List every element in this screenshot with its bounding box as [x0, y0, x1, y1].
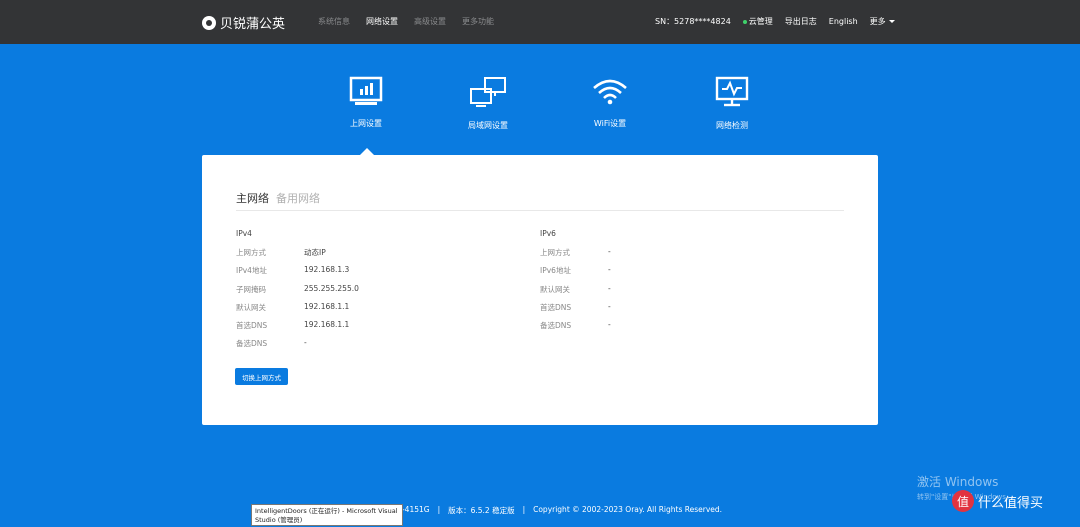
info-value: - — [608, 247, 611, 256]
tab-backup-network[interactable]: 备用网络 — [276, 190, 320, 206]
info-value: - — [608, 265, 611, 275]
footer-copyright: Copyright © 2002-2023 Oray. All Rights R… — [533, 505, 723, 514]
more-label: 更多 — [869, 17, 886, 26]
info-key: 首选DNS — [540, 302, 572, 312]
info-key: 上网方式 — [236, 248, 266, 257]
serial-number: SN：5278****4824 — [655, 17, 731, 26]
switch-connection-button[interactable]: 切换上网方式 — [235, 368, 288, 385]
taskbar-tooltip: IntelligentDoors (正在运行) - Microsoft Visu… — [251, 504, 403, 526]
info-value: 动态IP — [304, 248, 326, 257]
info-row: 子网掩码 255.255.255.0 — [236, 284, 359, 302]
info-key: IPv4地址 — [236, 266, 267, 276]
info-row: 上网方式 动态IP — [236, 247, 359, 265]
info-row: IPv4地址 192.168.1.3 — [236, 265, 359, 283]
info-row: 首选DNS 192.168.1.1 — [236, 320, 359, 338]
info-row: 备选DNS - — [236, 338, 359, 356]
info-key: 默认网关 — [236, 302, 266, 312]
info-value: 192.168.1.3 — [304, 265, 350, 275]
logo-icon — [202, 15, 216, 30]
cloud-manage-label: 云管理 — [748, 17, 773, 26]
info-key: 默认网关 — [540, 284, 570, 294]
main-nav: 系统信息 网络设置 高级设置 更多功能 — [318, 16, 494, 27]
info-value: - — [608, 283, 611, 293]
wifi-icon — [593, 79, 627, 105]
network-tabs: 主网络 备用网络 — [236, 190, 320, 206]
top-bar: 贝锐蒲公英 系统信息 网络设置 高级设置 更多功能 SN：5278****482… — [0, 0, 1080, 44]
ipv4-section: IPv4 上网方式 动态IP IPv4地址 192.168.1.3 子网掩码 255.… — [236, 229, 359, 357]
monitor-chart-icon — [349, 76, 383, 105]
network-computers-icon — [470, 77, 506, 107]
tab-divider — [236, 210, 844, 211]
monitor-pulse-icon — [715, 76, 749, 107]
activation-title: 激活 Windows — [917, 475, 999, 489]
ipv4-title: IPv4 — [236, 229, 252, 238]
info-key: 备选DNS — [540, 321, 572, 331]
watermark-text: 什么值得买 — [978, 495, 1044, 511]
feature-label: WiFi设置 — [593, 119, 627, 128]
info-row: 备选DNS - — [540, 320, 611, 338]
info-row: 首选DNS - — [540, 302, 611, 320]
info-key: 备选DNS — [236, 339, 268, 349]
ipv6-title: IPv6 — [540, 229, 556, 238]
footer-separator: | — [522, 505, 526, 514]
network-info-card: 主网络 备用网络 IPv4 上网方式 动态IP IPv4地址 192.168.1.3… — [202, 155, 878, 425]
tab-main-network[interactable]: 主网络 — [236, 190, 269, 206]
info-key: 子网掩码 — [236, 284, 266, 294]
brand-logo[interactable]: 贝锐蒲公英 — [202, 13, 285, 32]
status-dot-icon — [742, 19, 747, 24]
language-link[interactable]: English — [829, 17, 858, 26]
ipv6-section: IPv6 上网方式 - IPv6地址 - 默认网关 - 首选DNS - 备选DNS - — [540, 229, 611, 338]
footer-version: 版本：6.5.2 稳定版 — [448, 506, 515, 515]
more-menu[interactable]: 更多 — [870, 16, 895, 27]
feature-network-diagnostics[interactable]: 网络检测 — [692, 76, 772, 131]
nav-item-system-info[interactable]: 系统信息 — [318, 16, 350, 27]
header-right: SN：5278****4824 云管理 导出日志 English 更多 — [655, 16, 895, 27]
info-row: IPv6地址 - — [540, 265, 611, 283]
nav-item-advanced-settings[interactable]: 高级设置 — [414, 16, 446, 27]
cloud-manage-link[interactable]: 云管理 — [742, 16, 773, 27]
info-value: 255.255.255.0 — [304, 283, 359, 293]
nav-item-more-features[interactable]: 更多功能 — [462, 16, 494, 27]
info-row: 上网方式 - — [540, 247, 611, 265]
feature-wifi-settings[interactable]: WiFi设置 — [570, 76, 650, 129]
footer: A-4151G | 版本：6.5.2 稳定版 | Copyright © 200… — [397, 505, 722, 516]
watermark-badge-icon: 值 — [952, 490, 974, 512]
feature-label: 上网设置 — [350, 119, 382, 128]
nav-item-network-settings[interactable]: 网络设置 — [366, 16, 398, 27]
info-row: 默认网关 - — [540, 284, 611, 302]
info-key: IPv6地址 — [540, 266, 571, 276]
feature-label: 网络检测 — [716, 121, 748, 130]
feature-lan-settings[interactable]: 局域网设置 — [448, 76, 528, 131]
info-value: 192.168.1.1 — [304, 320, 350, 330]
info-value: 192.168.1.1 — [304, 301, 350, 311]
info-key: 首选DNS — [236, 321, 268, 331]
feature-label: 局域网设置 — [468, 121, 508, 130]
info-value: - — [304, 338, 307, 348]
info-key: 上网方式 — [540, 248, 570, 257]
export-log-link[interactable]: 导出日志 — [785, 16, 817, 27]
footer-separator: | — [437, 505, 441, 514]
info-value: - — [608, 320, 611, 330]
feature-internet-settings[interactable]: 上网设置 — [326, 76, 406, 129]
brand-name: 贝锐蒲公英 — [220, 17, 286, 32]
site-watermark: 值 什么值得买 — [952, 490, 1043, 512]
info-row: 默认网关 192.168.1.1 — [236, 302, 359, 320]
info-value: - — [608, 301, 611, 311]
caret-down-icon — [888, 20, 895, 23]
